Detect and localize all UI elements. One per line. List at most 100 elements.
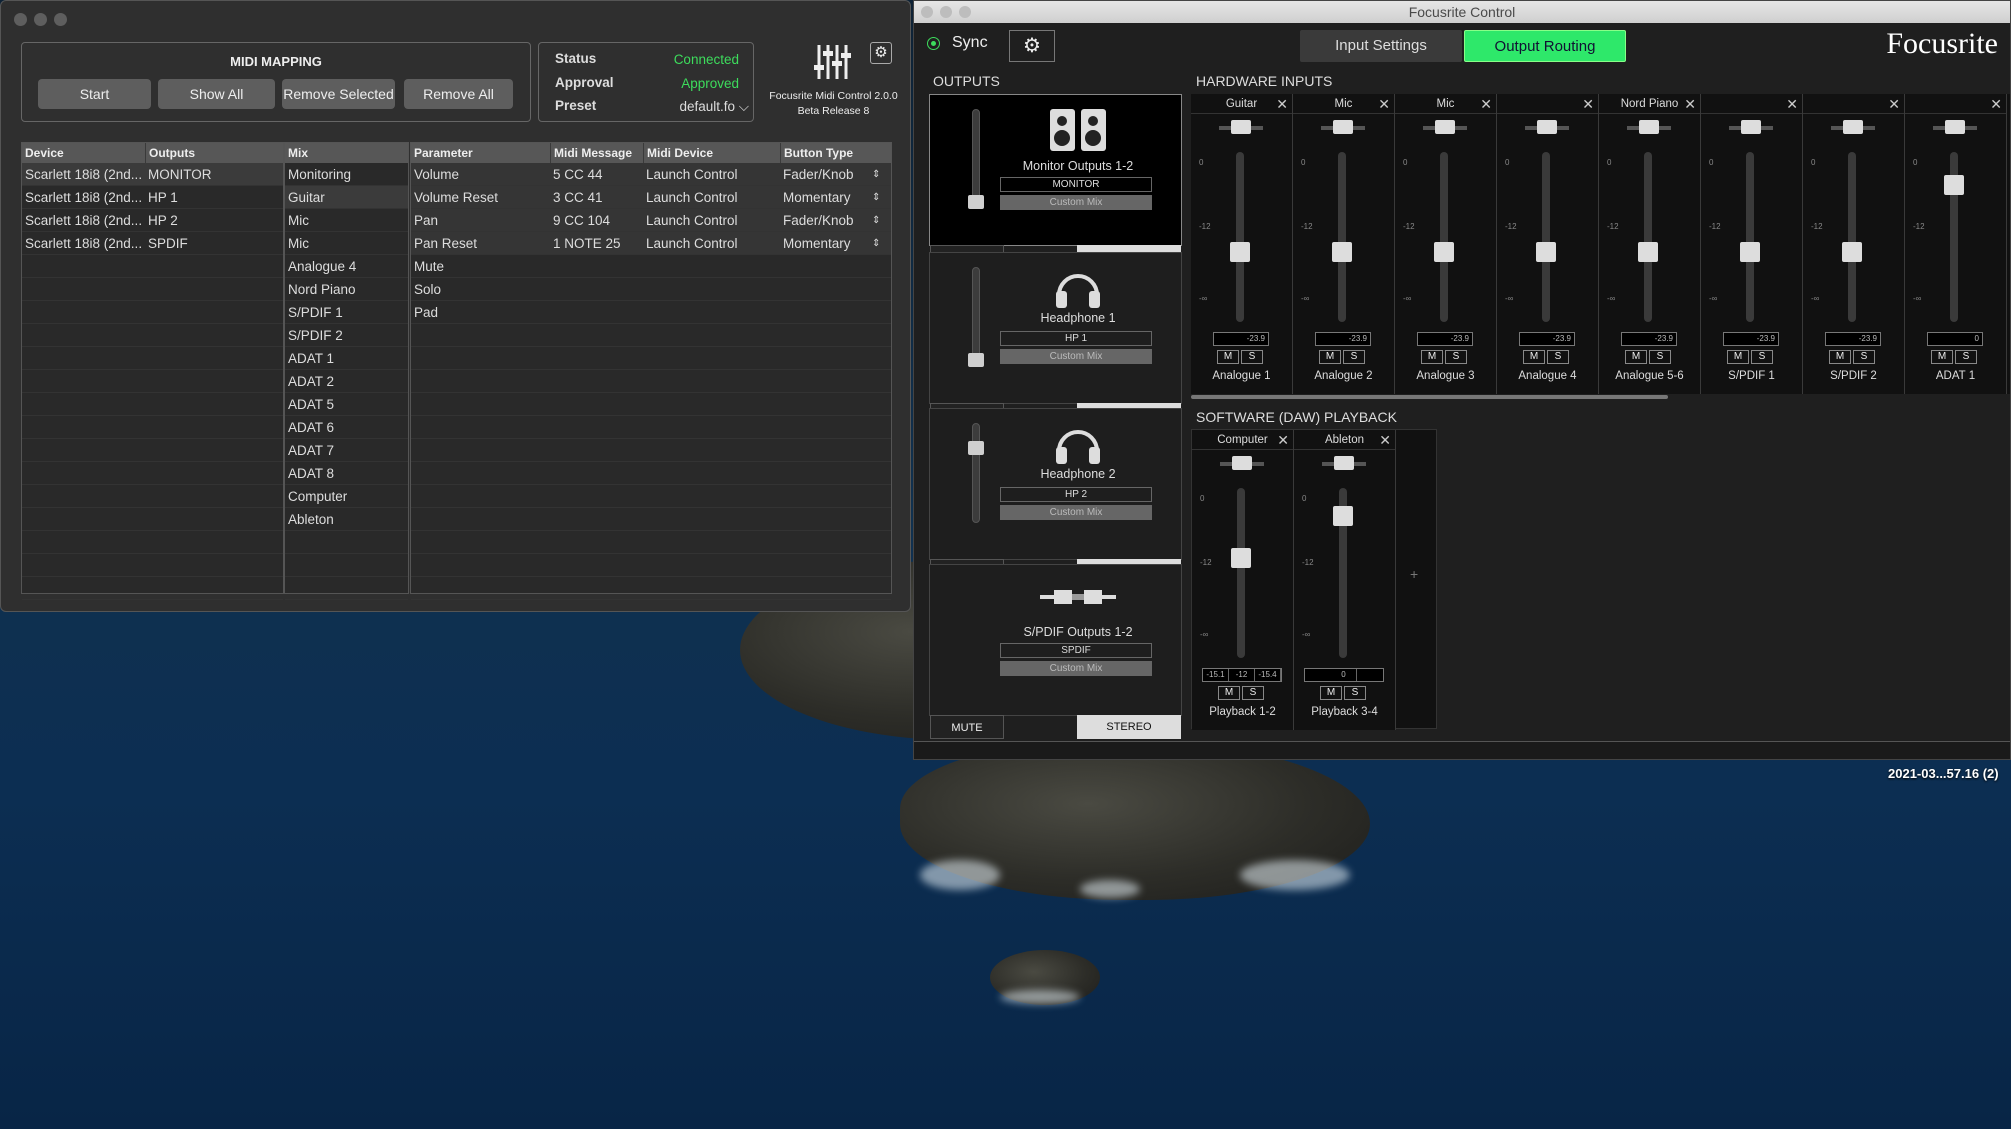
volume-fader[interactable] xyxy=(1848,152,1856,322)
fader-knob[interactable] xyxy=(1740,242,1760,262)
parameter-row[interactable] xyxy=(411,508,891,531)
volume-fader[interactable] xyxy=(1338,152,1346,322)
output-volume-knob[interactable] xyxy=(968,441,984,455)
tab-input-settings[interactable]: Input Settings xyxy=(1300,30,1462,62)
close-icon[interactable]: ✕ xyxy=(1888,96,1900,113)
mix-column-header[interactable]: Mix xyxy=(285,143,308,163)
solo-button[interactable]: S xyxy=(1751,350,1773,364)
stepper-icon[interactable]: ⇕ xyxy=(869,186,880,209)
close-icon[interactable]: ✕ xyxy=(1582,96,1594,113)
close-icon[interactable]: ✕ xyxy=(1786,96,1798,113)
device-row[interactable]: Scarlett 18i8 (2nd... HP 1 xyxy=(22,186,283,209)
mute-button[interactable]: M xyxy=(1218,686,1240,700)
pan-knob[interactable] xyxy=(1333,120,1353,134)
close-icon[interactable]: ✕ xyxy=(1480,96,1492,113)
volume-fader[interactable] xyxy=(1542,152,1550,322)
parameter-row[interactable] xyxy=(411,324,891,347)
midi-message-column-header[interactable]: Midi Message xyxy=(550,143,632,163)
mix-row[interactable]: ADAT 1 xyxy=(285,347,408,370)
solo-button[interactable]: S xyxy=(1547,350,1569,364)
device-row[interactable] xyxy=(22,485,283,508)
mix-row[interactable]: S/PDIF 2 xyxy=(285,324,408,347)
parameter-row[interactable]: Pad xyxy=(411,301,891,324)
device-row[interactable] xyxy=(22,554,283,577)
mix-row[interactable]: Analogue 4 xyxy=(285,255,408,278)
stepper-icon[interactable]: ⇕ xyxy=(869,163,880,186)
parameter-row[interactable] xyxy=(411,554,891,577)
device-row[interactable] xyxy=(22,531,283,554)
mute-button[interactable]: M xyxy=(1319,350,1341,364)
custom-mix-button[interactable]: Custom Mix xyxy=(1000,661,1152,676)
fader-knob[interactable] xyxy=(1332,242,1352,262)
gear-icon[interactable]: ⚙ xyxy=(870,42,892,64)
close-icon[interactable]: ✕ xyxy=(1684,96,1696,113)
close-icon[interactable]: ✕ xyxy=(1276,96,1288,113)
close-window-button[interactable] xyxy=(921,6,933,18)
stepper-icon[interactable]: ⇕ xyxy=(869,232,880,255)
close-icon[interactable]: ✕ xyxy=(1990,96,2002,113)
device-row[interactable] xyxy=(22,439,283,462)
mix-row[interactable]: Nord Piano xyxy=(285,278,408,301)
parameter-row[interactable] xyxy=(411,393,891,416)
mix-row[interactable]: ADAT 6 xyxy=(285,416,408,439)
start-button[interactable]: Start xyxy=(38,79,151,109)
close-icon[interactable]: ✕ xyxy=(1277,432,1289,449)
solo-button[interactable]: S xyxy=(1853,350,1875,364)
parameter-row[interactable] xyxy=(411,577,891,600)
device-row[interactable] xyxy=(22,370,283,393)
parameter-row[interactable] xyxy=(411,531,891,554)
parameter-row[interactable]: Pan 9 CC 104 Launch Control Fader/Knob ⇕ xyxy=(411,209,891,232)
mute-button[interactable]: MUTE xyxy=(930,715,1004,739)
fader-knob[interactable] xyxy=(1230,242,1250,262)
minimize-window-button[interactable] xyxy=(940,6,952,18)
device-row[interactable] xyxy=(22,347,283,370)
output-volume-knob[interactable] xyxy=(968,352,984,367)
settings-gear-icon[interactable]: ⚙ xyxy=(1009,30,1055,62)
button-type[interactable]: Momentary xyxy=(780,186,851,209)
device-row[interactable] xyxy=(22,508,283,531)
zoom-window-button[interactable] xyxy=(54,13,67,26)
mix-row[interactable]: Computer xyxy=(285,485,408,508)
parameter-row[interactable]: Pan Reset 1 NOTE 25 Launch Control Momentar… xyxy=(411,232,891,255)
fader-knob[interactable] xyxy=(1434,242,1454,262)
parameter-row[interactable] xyxy=(411,370,891,393)
device-row[interactable]: Scarlett 18i8 (2nd... SPDIF xyxy=(22,232,283,255)
button-type[interactable]: Momentary xyxy=(780,232,851,255)
device-row[interactable]: Scarlett 18i8 (2nd... MONITOR xyxy=(22,163,283,186)
volume-fader[interactable] xyxy=(1644,152,1652,322)
zoom-window-button[interactable] xyxy=(959,6,971,18)
horizontal-scrollbar[interactable] xyxy=(1191,395,1668,399)
solo-button[interactable]: S xyxy=(1242,686,1264,700)
mix-row[interactable]: Mic xyxy=(285,209,408,232)
device-row[interactable] xyxy=(22,255,283,278)
fader-knob[interactable] xyxy=(1638,242,1658,262)
mute-button[interactable]: M xyxy=(1625,350,1647,364)
device-row[interactable] xyxy=(22,577,283,600)
remove-selected-button[interactable]: Remove Selected xyxy=(282,79,395,109)
parameter-row[interactable] xyxy=(411,347,891,370)
volume-fader[interactable] xyxy=(1236,152,1244,322)
solo-button[interactable]: S xyxy=(1649,350,1671,364)
mute-button[interactable]: M xyxy=(1421,350,1443,364)
volume-fader[interactable] xyxy=(1440,152,1448,322)
custom-mix-button[interactable]: Custom Mix xyxy=(1000,195,1152,210)
output-volume-slider[interactable] xyxy=(972,423,980,523)
remove-all-button[interactable]: Remove All xyxy=(404,79,513,109)
device-row[interactable]: Scarlett 18i8 (2nd... HP 2 xyxy=(22,209,283,232)
fader-knob[interactable] xyxy=(1944,174,1964,195)
device-row[interactable] xyxy=(22,301,283,324)
parameter-row[interactable]: Mute xyxy=(411,255,891,278)
close-window-button[interactable] xyxy=(14,13,27,26)
mix-row[interactable]: ADAT 2 xyxy=(285,370,408,393)
fader-knob[interactable] xyxy=(1333,506,1353,526)
fader-knob[interactable] xyxy=(1842,242,1862,262)
mix-row[interactable] xyxy=(285,577,408,600)
pan-knob[interactable] xyxy=(1843,120,1863,134)
close-icon[interactable]: ✕ xyxy=(1379,432,1391,449)
mix-row[interactable]: ADAT 8 xyxy=(285,462,408,485)
stereo-button[interactable]: STEREO xyxy=(1077,715,1181,739)
fader-knob[interactable] xyxy=(1536,242,1556,262)
mute-button[interactable]: M xyxy=(1523,350,1545,364)
pan-knob[interactable] xyxy=(1945,120,1965,134)
solo-button[interactable]: S xyxy=(1344,686,1366,700)
